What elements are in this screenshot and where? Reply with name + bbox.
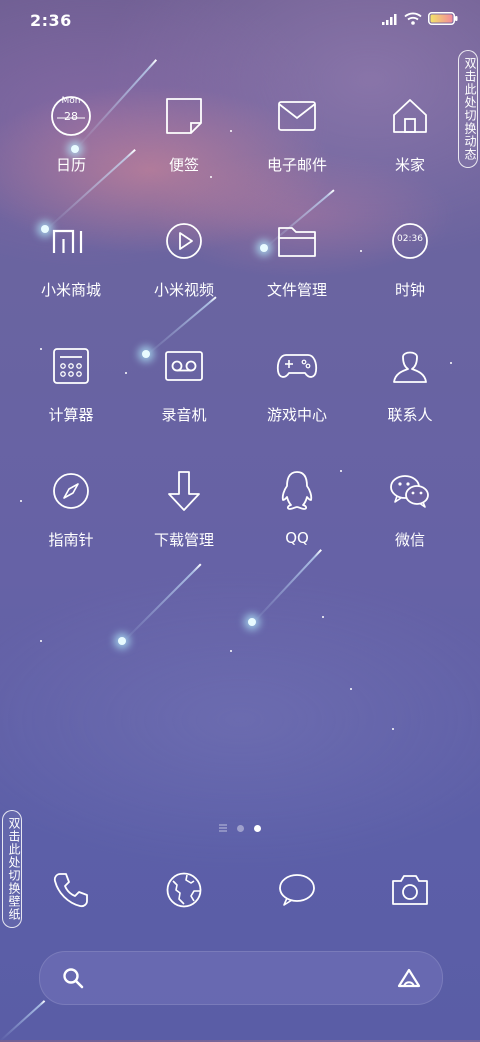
signal-icon — [382, 13, 397, 25]
wechat-icon — [386, 467, 434, 515]
play-icon — [160, 217, 208, 265]
page-dot-active[interactable] — [254, 824, 261, 832]
app-qq[interactable]: QQ — [242, 467, 352, 547]
menu-lines-icon — [219, 824, 227, 832]
recorder-icon — [160, 342, 208, 390]
camera-icon — [392, 875, 428, 905]
app-mijia[interactable]: 米家 — [355, 92, 465, 175]
app-label: 指南针 — [48, 531, 94, 549]
calendar-icon: Mon 28 — [47, 92, 95, 140]
app-label: 微信 — [394, 531, 425, 549]
contact-icon — [386, 342, 434, 390]
app-label: 电子邮件 — [266, 156, 327, 174]
app-label: 小米视频 — [153, 281, 214, 299]
app-file-manager[interactable]: 文件管理 — [242, 217, 352, 300]
app-label: 便签 — [168, 156, 199, 174]
status-time: 2:36 — [30, 11, 72, 30]
app-label: 游戏中心 — [266, 406, 327, 424]
battery-icon — [428, 12, 458, 25]
app-contacts[interactable]: 联系人 — [355, 342, 465, 425]
app-calculator[interactable]: 计算器 — [16, 342, 126, 425]
home-icon — [386, 92, 434, 140]
app-label: 计算器 — [48, 406, 94, 424]
wifi-icon — [404, 12, 422, 25]
calculator-icon — [47, 342, 95, 390]
status-bar: 2:36 — [0, 0, 480, 40]
app-label: 联系人 — [387, 406, 433, 424]
app-calendar[interactable]: Mon 28 日历 — [16, 92, 126, 175]
search-icon — [63, 968, 84, 989]
app-label: 时钟 — [394, 281, 425, 299]
clock-icon-time: 02:36 — [397, 234, 423, 244]
mail-icon — [273, 92, 321, 140]
qq-penguin-icon — [273, 467, 321, 515]
mi-logo-icon — [47, 217, 95, 265]
app-label: 录音机 — [161, 406, 207, 424]
app-compass[interactable]: 指南针 — [16, 467, 126, 550]
app-label: 日历 — [55, 156, 86, 174]
app-email[interactable]: 电子邮件 — [242, 92, 352, 175]
app-label: 小米商城 — [40, 281, 101, 299]
browser-icon — [166, 872, 202, 908]
app-mi-store[interactable]: 小米商城 — [16, 217, 126, 300]
page-dot[interactable] — [237, 824, 244, 832]
dock — [0, 866, 480, 916]
gamepad-icon — [273, 342, 321, 390]
app-notes[interactable]: 便签 — [129, 92, 239, 175]
status-icons — [382, 12, 458, 25]
app-download-manager[interactable]: 下载管理 — [129, 467, 239, 550]
calendar-day-name: Mon — [61, 95, 81, 106]
app-mi-video[interactable]: 小米视频 — [129, 217, 239, 300]
compass-icon — [47, 467, 95, 515]
dock-camera[interactable] — [386, 866, 434, 914]
note-icon — [160, 92, 208, 140]
dock-browser[interactable] — [160, 866, 208, 914]
dock-messages[interactable] — [273, 866, 321, 914]
message-icon — [279, 874, 315, 906]
search-bar[interactable] — [39, 951, 443, 1005]
calendar-day-number: 28 — [64, 109, 78, 123]
app-clock[interactable]: 02:36 时钟 — [355, 217, 465, 300]
app-game-center[interactable]: 游戏中心 — [242, 342, 352, 425]
page-indicator[interactable] — [219, 824, 261, 832]
clock-icon: 02:36 — [386, 217, 434, 265]
app-label: QQ — [285, 529, 309, 547]
download-icon — [160, 467, 208, 515]
app-label: 文件管理 — [266, 281, 327, 299]
folder-icon — [273, 217, 321, 265]
dock-phone[interactable] — [47, 866, 95, 914]
assistant-icon[interactable] — [396, 967, 422, 989]
app-recorder[interactable]: 录音机 — [129, 342, 239, 425]
phone-icon — [53, 873, 88, 908]
app-wechat[interactable]: 微信 — [355, 467, 465, 550]
app-label: 下载管理 — [153, 531, 214, 549]
app-label: 米家 — [394, 156, 425, 174]
